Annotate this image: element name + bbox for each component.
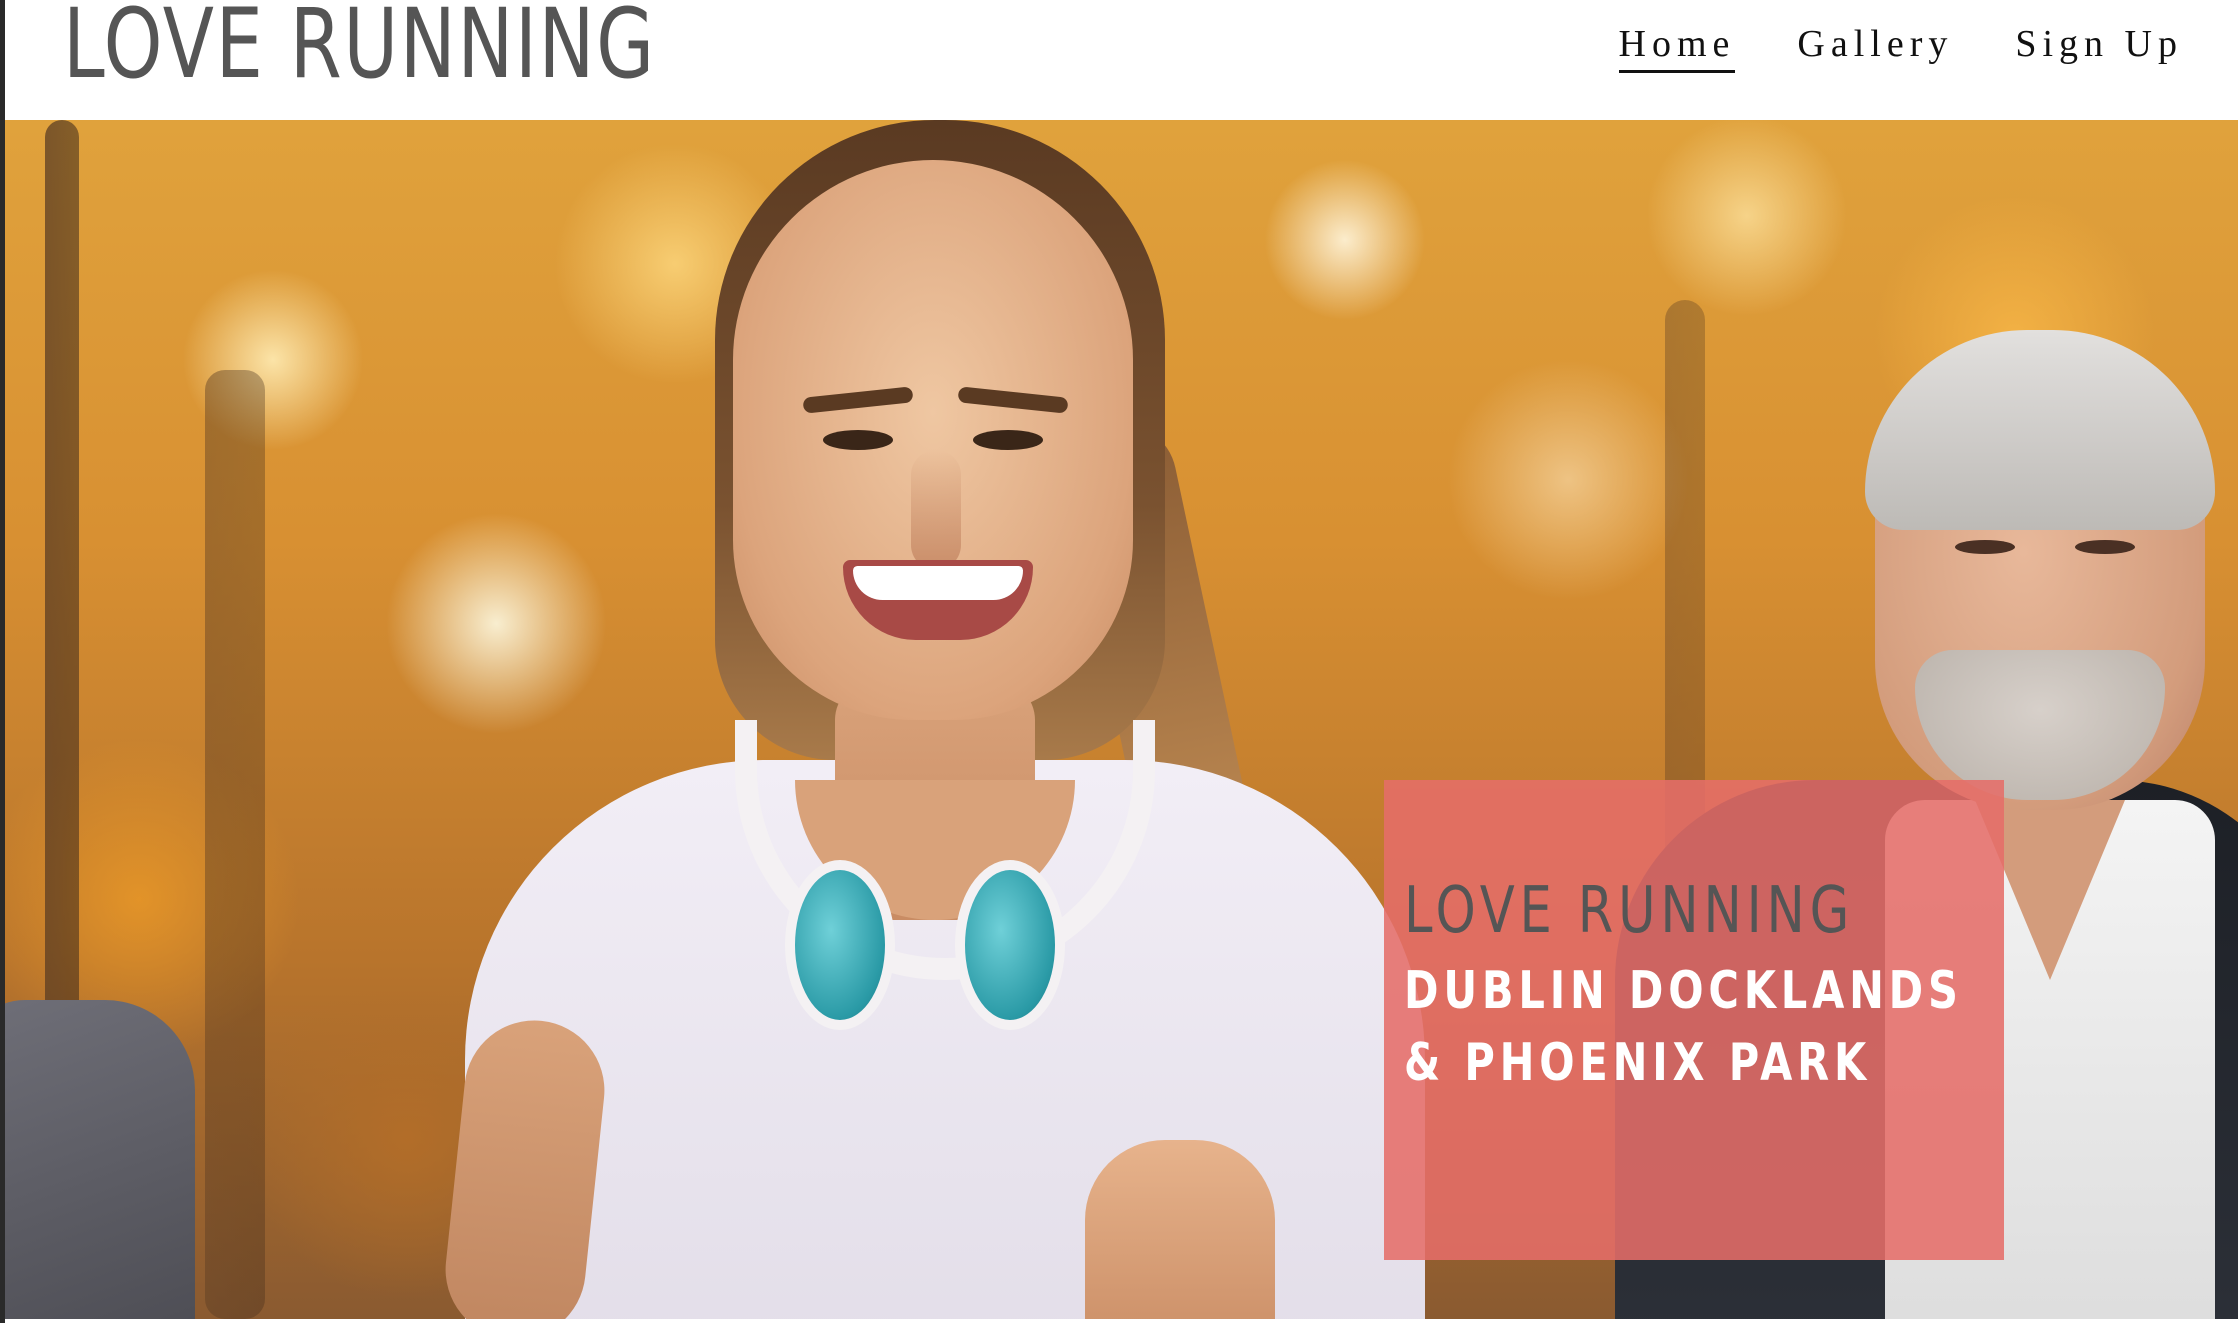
headphones-earcup: [785, 860, 895, 1030]
eyebrow: [957, 386, 1069, 414]
eye: [823, 430, 893, 450]
hero-caption-title: LOVE RUNNING: [1404, 874, 1855, 948]
main-nav: Home Gallery Sign Up: [1618, 20, 2183, 73]
nose: [911, 450, 961, 570]
eye: [973, 430, 1043, 450]
teeth: [853, 566, 1023, 600]
runner-sleeve: [5, 1000, 195, 1319]
grey-hair: [1865, 330, 2215, 530]
hero-caption-box: LOVE RUNNING DUBLIN DOCKLANDS & PHOENIX …: [1384, 780, 2004, 1260]
nav-link-sign-up[interactable]: Sign Up: [2015, 20, 2183, 73]
site-header: LOVE RUNNING Home Gallery Sign Up: [5, 0, 2238, 120]
eye: [2075, 540, 2135, 554]
tree-trunk: [205, 370, 265, 1319]
page: LOVE RUNNING Home Gallery Sign Up LOVE R…: [0, 0, 2238, 1323]
hero-caption-subtitle: DUBLIN DOCKLANDS & PHOENIX PARK: [1404, 961, 1963, 1093]
woman-runner: [438, 120, 1425, 1319]
hand: [1085, 1140, 1275, 1319]
nav-link-home[interactable]: Home: [1618, 20, 1736, 73]
eyebrow: [802, 386, 914, 414]
nav-link-gallery[interactable]: Gallery: [1797, 20, 1953, 73]
face: [733, 160, 1133, 720]
eye: [1955, 540, 2015, 554]
site-logo[interactable]: LOVE RUNNING: [63, 0, 656, 94]
headphones-earcup: [955, 860, 1065, 1030]
smile: [843, 560, 1033, 640]
